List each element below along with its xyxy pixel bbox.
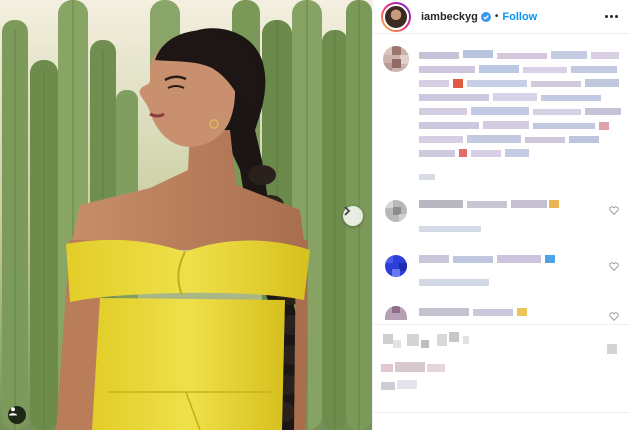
comments-divider [373, 324, 630, 325]
follow-button[interactable]: Follow [502, 11, 537, 23]
caption-avatar[interactable] [383, 46, 409, 72]
comment-avatar[interactable] [385, 306, 407, 320]
comment-avatar[interactable] [385, 255, 407, 277]
next-image-button[interactable] [343, 206, 363, 226]
likes-count-redacted [381, 362, 445, 390]
header-separator: • [494, 11, 499, 22]
post-image[interactable] [0, 0, 372, 430]
comment-avatar[interactable] [385, 200, 407, 222]
comment-text-redacted [419, 200, 559, 232]
post-photo-illustration [0, 0, 372, 430]
author-username[interactable]: iambeckyg [421, 11, 478, 23]
post-side-panel: iambeckyg • Follow [372, 0, 630, 430]
author-avatar[interactable] [381, 1, 411, 32]
caption-text-redacted [419, 50, 621, 180]
post-header: iambeckyg • Follow [373, 0, 630, 34]
footer-divider [373, 412, 630, 413]
comment-like-icon[interactable] [609, 312, 619, 321]
user-tag-button[interactable] [8, 406, 26, 424]
comment-text-redacted [419, 308, 527, 316]
comment-like-icon[interactable] [609, 262, 619, 271]
comment-like-icon[interactable] [609, 206, 619, 215]
chevron-right-icon [344, 206, 351, 216]
action-bar-redacted[interactable] [381, 330, 625, 356]
comment-text-redacted [419, 255, 555, 286]
more-options-icon[interactable] [601, 11, 622, 22]
verified-badge-icon [480, 11, 491, 22]
user-tag-icon [9, 407, 17, 416]
